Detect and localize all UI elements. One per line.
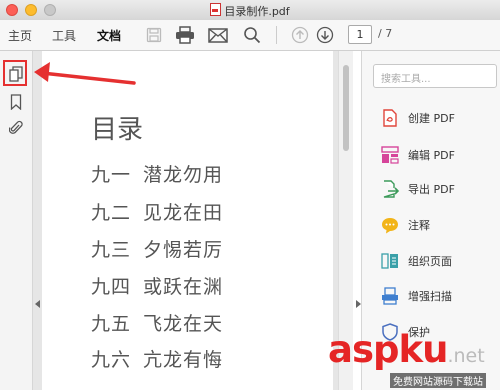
tool-export-pdf[interactable]: 导出 PDF	[380, 178, 455, 200]
bookmarks-icon[interactable]	[5, 91, 27, 113]
toc-text: 亢龙有悔	[143, 349, 224, 371]
title-bar: 目录制作.pdf	[0, 0, 500, 21]
window-title: 目录制作.pdf	[0, 3, 500, 19]
watermark-logo: aspku.net	[328, 328, 485, 371]
attachments-icon[interactable]	[5, 117, 27, 139]
document-heading: 目录	[91, 115, 144, 145]
search-icon[interactable]	[240, 23, 264, 47]
tool-label: 注释	[408, 219, 430, 232]
toc-text: 飞龙在天	[143, 313, 224, 335]
toc-number: 九六	[91, 349, 132, 371]
tool-label: 编辑 PDF	[408, 149, 455, 162]
toc-number: 九二	[91, 202, 132, 224]
previous-page-icon[interactable]	[288, 23, 312, 47]
export-pdf-icon	[380, 179, 400, 199]
toc-entry: 九三 夕惕若厉	[91, 235, 223, 262]
toolbar-divider	[276, 26, 277, 44]
tab-tools[interactable]: 工具	[52, 27, 76, 44]
next-page-icon[interactable]	[313, 23, 337, 47]
scrollbar-thumb[interactable]	[343, 65, 349, 151]
collapse-left-panel-icon[interactable]	[35, 300, 40, 308]
tab-home[interactable]: 主页	[8, 27, 32, 44]
save-icon[interactable]	[142, 23, 166, 47]
tool-label: 导出 PDF	[408, 183, 455, 196]
create-pdf-icon	[380, 108, 400, 128]
tool-label: 创建 PDF	[408, 112, 455, 125]
toc-text: 夕惕若厉	[143, 239, 224, 261]
toc-text: 或跃在渊	[143, 276, 224, 298]
pdf-file-icon	[210, 3, 222, 16]
page-total: / 7	[378, 27, 393, 40]
tool-search-input[interactable]: 搜索工具...	[373, 64, 497, 88]
toc-entry: 九六 亢龙有悔	[91, 345, 223, 372]
window-title-text: 目录制作.pdf	[224, 5, 290, 18]
comment-icon	[380, 215, 400, 235]
edit-pdf-icon	[380, 145, 400, 165]
watermark-subtitle: 免费网站源码下载站	[390, 373, 486, 388]
tab-document[interactable]: 文档	[97, 27, 121, 44]
tool-create-pdf[interactable]: 创建 PDF	[380, 107, 455, 129]
page-number-input[interactable]: 1	[348, 25, 372, 44]
tool-organize-pages[interactable]: 组织页面	[380, 250, 452, 272]
print-icon[interactable]	[173, 23, 197, 47]
toolbar: 主页 工具 文档 1 / 7	[0, 20, 500, 51]
organize-pages-icon	[380, 251, 400, 271]
tool-edit-pdf[interactable]: 编辑 PDF	[380, 144, 455, 166]
document-area: 目录 九一 潜龙勿用 九二 见龙在田 九三 夕惕若厉 九四 或跃在渊 九五 飞龙在天 九六…	[33, 51, 338, 390]
tool-enhance-scan[interactable]: 增强扫描	[380, 285, 452, 307]
email-icon[interactable]	[206, 23, 230, 47]
tool-comment[interactable]: 注释	[380, 214, 430, 236]
toc-number: 九三	[91, 239, 132, 261]
enhance-scan-icon	[380, 286, 400, 306]
toc-number: 九五	[91, 313, 132, 335]
toc-entry: 九二 见龙在田	[91, 198, 223, 225]
toc-text: 见龙在田	[143, 202, 224, 224]
toc-number: 九四	[91, 276, 132, 298]
toc-text: 潜龙勿用	[143, 164, 224, 186]
tool-label: 增强扫描	[408, 290, 452, 303]
left-navigation-rail	[0, 51, 33, 390]
toc-entry: 九四 或跃在渊	[91, 272, 223, 299]
toc-entry: 九五 飞龙在天	[91, 309, 223, 336]
thumbnails-highlight-box	[3, 60, 27, 86]
pdf-page: 目录 九一 潜龙勿用 九二 见龙在田 九三 夕惕若厉 九四 或跃在渊 九五 飞龙在天 九六…	[42, 51, 333, 390]
tool-label: 组织页面	[408, 255, 452, 268]
toc-number: 九一	[91, 164, 132, 186]
toc-entry: 九一 潜龙勿用	[91, 160, 223, 187]
